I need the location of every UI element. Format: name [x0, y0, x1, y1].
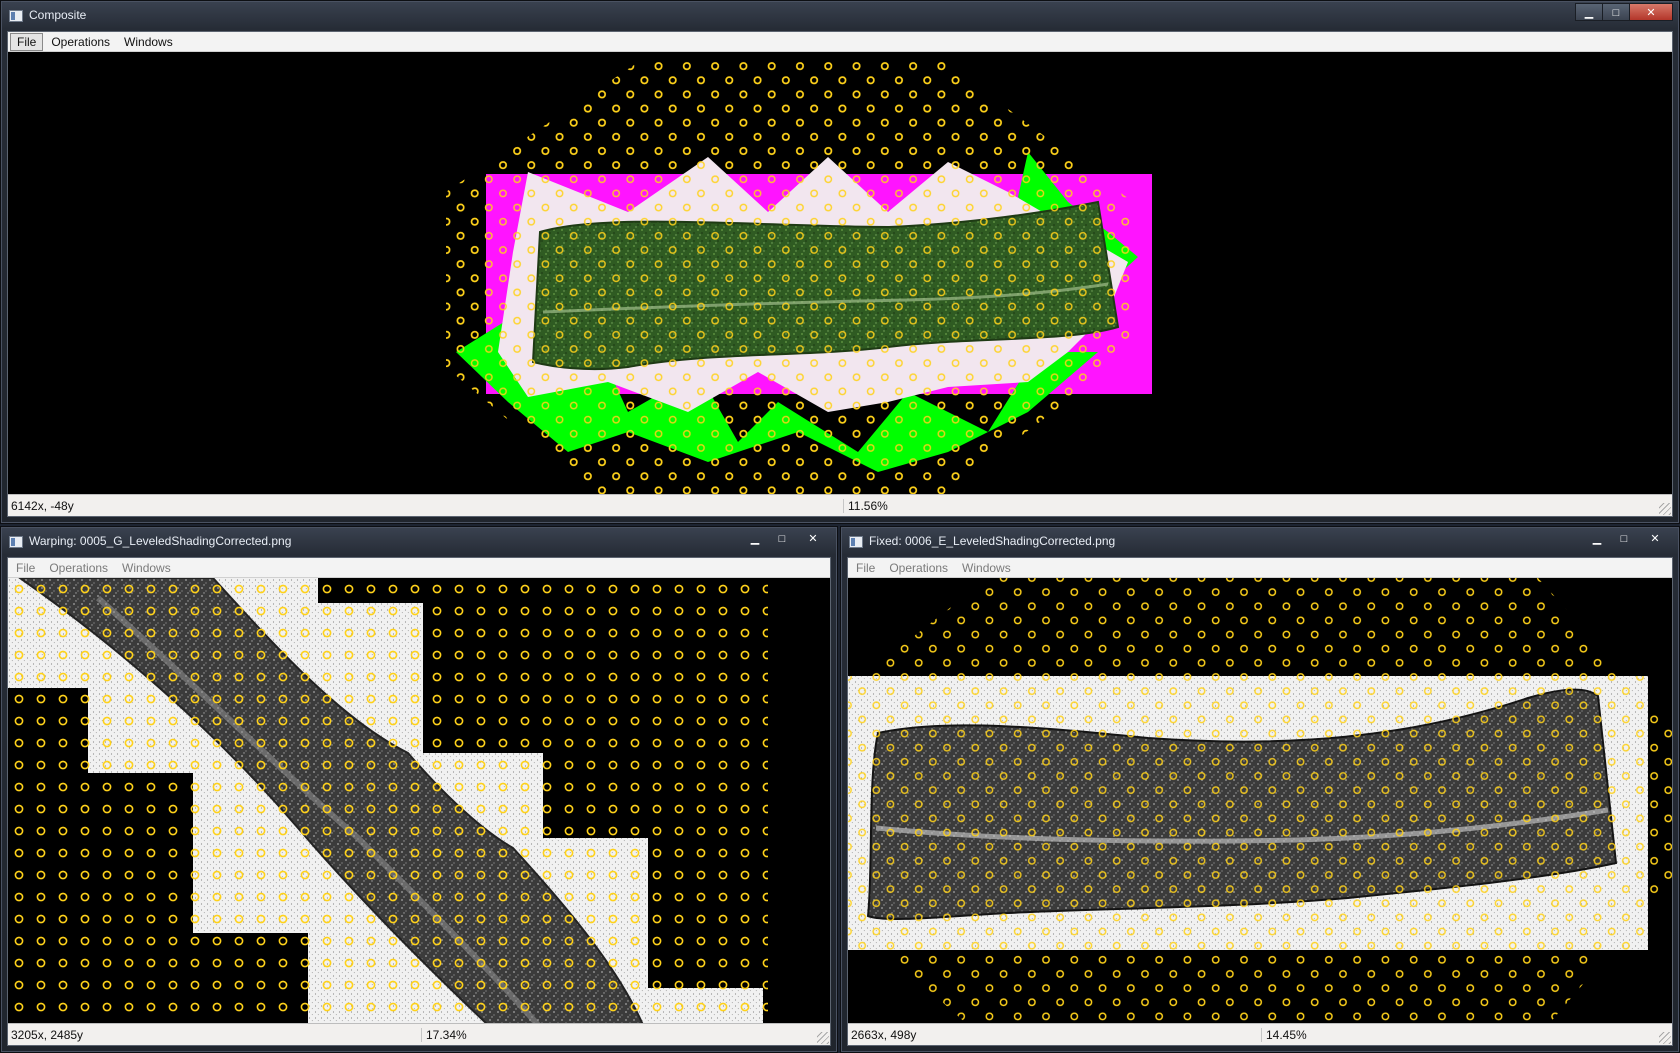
- minimize-icon[interactable]: ▁: [741, 529, 769, 547]
- composite-image: [446, 57, 1152, 494]
- menu-windows[interactable]: Windows: [118, 34, 179, 50]
- menu-file[interactable]: File: [10, 32, 44, 51]
- composite-menubar: File Operations Windows: [8, 32, 1672, 52]
- composite-window-controls: ▁ □ ✕: [1575, 3, 1673, 21]
- maximize-icon[interactable]: □: [1610, 529, 1638, 547]
- fixed-statusbar: 2663x, 498y 14.45%: [848, 1023, 1672, 1045]
- fixed-window: Fixed: 0006_E_LeveledShadingCorrected.pn…: [840, 526, 1680, 1053]
- app-icon: [849, 536, 863, 548]
- cursor-coordinates: 2663x, 498y: [851, 1028, 917, 1042]
- size-grip-icon[interactable]: [1659, 503, 1671, 515]
- composite-canvas[interactable]: [8, 52, 1672, 494]
- zoom-level: 14.45%: [1261, 1028, 1307, 1042]
- minimize-icon[interactable]: ▁: [1575, 3, 1603, 21]
- maximize-icon[interactable]: □: [768, 529, 796, 547]
- menu-operations[interactable]: Operations: [883, 560, 954, 576]
- fixed-titlebar[interactable]: Fixed: 0006_E_LeveledShadingCorrected.pn…: [841, 527, 1679, 557]
- close-icon[interactable]: ✕: [795, 529, 831, 547]
- warping-statusbar: 3205x, 2485y 17.34%: [8, 1023, 830, 1045]
- close-icon[interactable]: ✕: [1637, 529, 1673, 547]
- minimize-icon[interactable]: ▁: [1583, 529, 1611, 547]
- menu-file[interactable]: File: [850, 560, 881, 576]
- warping-image: [8, 578, 768, 1023]
- fixed-window-controls: ▁ □ ✕: [1584, 529, 1673, 547]
- menu-operations[interactable]: Operations: [45, 34, 116, 50]
- menu-file[interactable]: File: [10, 560, 41, 576]
- size-grip-icon[interactable]: [1659, 1032, 1671, 1044]
- zoom-level: 11.56%: [843, 499, 888, 513]
- menu-windows[interactable]: Windows: [956, 560, 1017, 576]
- menu-operations[interactable]: Operations: [43, 560, 114, 576]
- fixed-canvas[interactable]: [848, 578, 1672, 1023]
- fixed-client: File Operations Windows 2663x, 498y 14.4…: [847, 557, 1673, 1046]
- cursor-coordinates: 3205x, 2485y: [11, 1028, 84, 1042]
- menu-windows[interactable]: Windows: [116, 560, 177, 576]
- composite-statusbar: 6142x, -48y 11.56%: [8, 494, 1672, 516]
- warping-window: Warping: 0005_G_LeveledShadingCorrected.…: [0, 526, 838, 1053]
- size-grip-icon[interactable]: [817, 1032, 829, 1044]
- zoom-level: 17.34%: [421, 1028, 467, 1042]
- app-icon: [9, 536, 23, 548]
- warping-canvas[interactable]: [8, 578, 830, 1023]
- app-icon: [9, 10, 23, 22]
- fixed-image: [848, 578, 1672, 1023]
- maximize-icon[interactable]: □: [1602, 3, 1630, 21]
- warping-menubar: File Operations Windows: [8, 558, 830, 578]
- composite-titlebar[interactable]: Composite ▁ □ ✕: [1, 1, 1679, 31]
- composite-title: Composite: [29, 8, 87, 22]
- composite-client: File Operations Windows 6142x, -48y 11.5…: [7, 31, 1673, 517]
- fixed-menubar: File Operations Windows: [848, 558, 1672, 578]
- fixed-title: Fixed: 0006_E_LeveledShadingCorrected.pn…: [869, 534, 1116, 548]
- warping-window-controls: ▁ □ ✕: [742, 529, 831, 547]
- warping-titlebar[interactable]: Warping: 0005_G_LeveledShadingCorrected.…: [1, 527, 837, 557]
- close-icon[interactable]: ✕: [1629, 3, 1673, 21]
- cursor-coordinates: 6142x, -48y: [11, 499, 74, 513]
- warping-client: File Operations Windows 3205x, 2485y 17.…: [7, 557, 831, 1046]
- composite-window: Composite ▁ □ ✕ File Operations Windows: [0, 0, 1680, 524]
- warping-title: Warping: 0005_G_LeveledShadingCorrected.…: [29, 534, 292, 548]
